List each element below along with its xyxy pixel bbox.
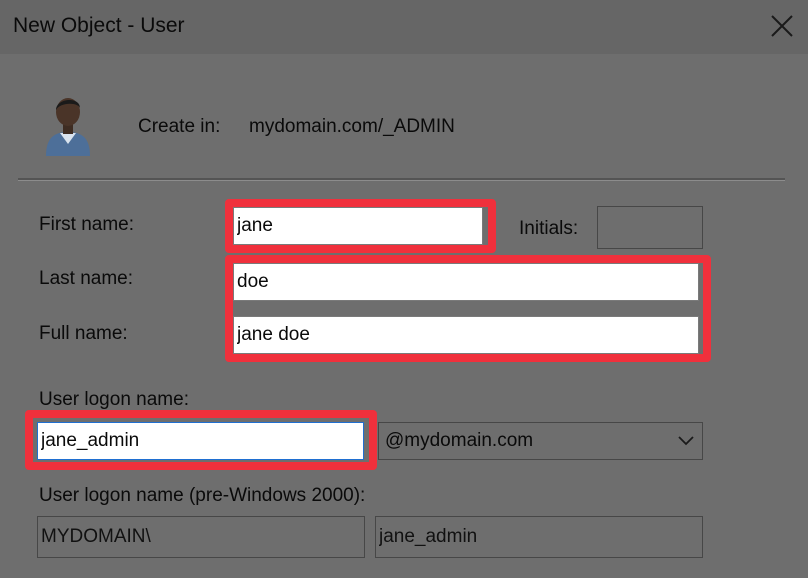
- close-button[interactable]: [760, 4, 804, 48]
- user-icon: [40, 92, 96, 160]
- create-in-path: mydomain.com/_ADMIN: [249, 116, 455, 137]
- domain-suffix-select[interactable]: @mydomain.com: [378, 422, 703, 460]
- create-in-label: Create in:: [138, 116, 221, 137]
- window-title: New Object - User: [13, 14, 185, 37]
- domain-suffix-value: @mydomain.com: [385, 430, 534, 451]
- close-icon: [771, 15, 793, 37]
- full-name-field[interactable]: [233, 316, 699, 354]
- logon-name-label: User logon name:: [39, 389, 189, 410]
- pre2000-label: User logon name (pre-Windows 2000):: [39, 485, 366, 506]
- pre2000-domain-field: [37, 516, 365, 558]
- last-name-field[interactable]: [233, 263, 699, 301]
- first-name-field[interactable]: [233, 207, 483, 245]
- last-name-label: Last name:: [39, 268, 133, 289]
- initials-label: Initials:: [519, 218, 579, 239]
- separator: [18, 178, 785, 181]
- pre2000-name-field[interactable]: [375, 516, 703, 558]
- title-bar: New Object - User: [0, 0, 808, 54]
- first-name-label: First name:: [39, 214, 135, 235]
- logon-name-field[interactable]: [37, 422, 364, 460]
- initials-field[interactable]: [597, 206, 703, 249]
- chevron-down-icon: [678, 436, 694, 446]
- full-name-label: Full name:: [39, 323, 128, 344]
